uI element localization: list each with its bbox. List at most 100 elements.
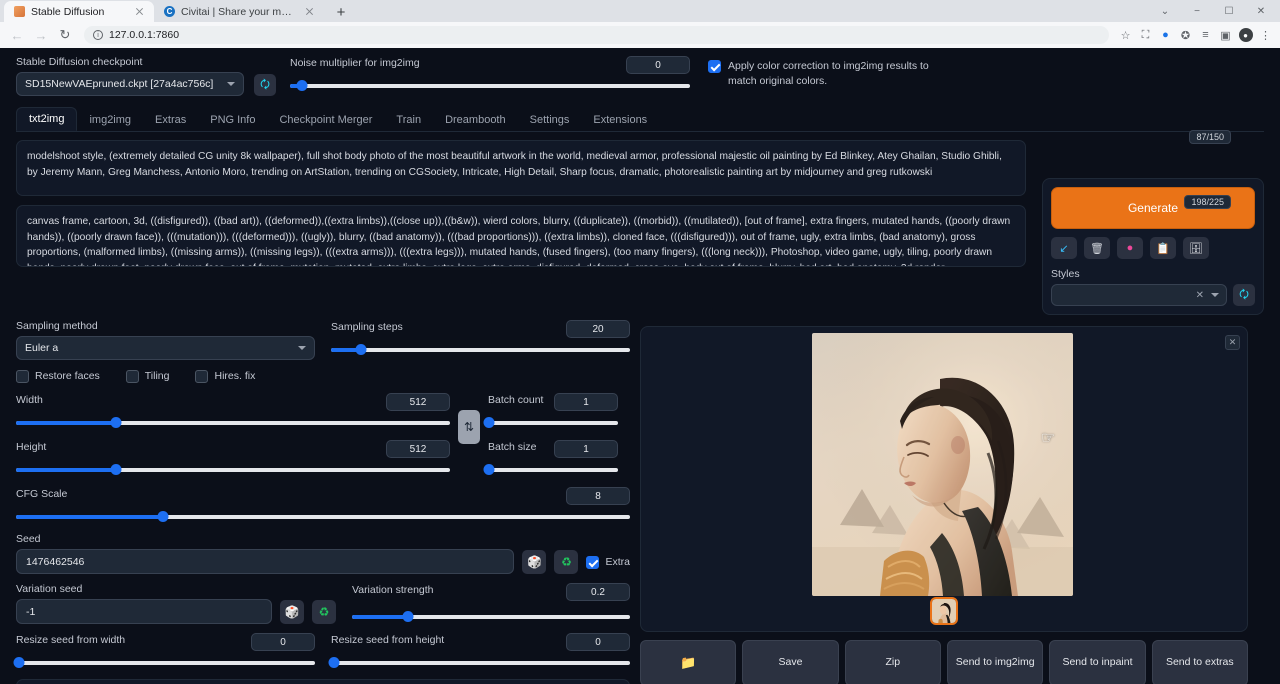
noise-multiplier-slider[interactable]: [290, 79, 690, 93]
close-window-icon[interactable]: ✕: [1246, 0, 1276, 22]
extra-seed-checkbox[interactable]: Extra: [586, 555, 630, 569]
slider-knob[interactable]: [484, 417, 495, 428]
slider-knob[interactable]: [110, 417, 121, 428]
slider-knob[interactable]: [355, 344, 366, 355]
resize-seed-height-value[interactable]: 0: [566, 633, 630, 651]
extensions-icon[interactable]: ✪: [1177, 27, 1194, 44]
checkbox-box[interactable]: [586, 556, 599, 569]
color-correction-checkbox[interactable]: [708, 60, 721, 73]
cfg-scale-slider[interactable]: [16, 510, 630, 524]
variation-strength-slider[interactable]: [352, 610, 630, 624]
chevron-down-icon[interactable]: [1211, 293, 1219, 297]
negative-prompt-input[interactable]: canvas frame, cartoon, 3d, ((disfigured)…: [16, 205, 1026, 267]
refresh-checkpoint-button[interactable]: 🗘: [254, 74, 276, 96]
tab-settings[interactable]: Settings: [518, 109, 582, 131]
clear-x-icon[interactable]: ✕: [1196, 290, 1204, 301]
checkbox-box[interactable]: [195, 370, 208, 383]
batch-size-slider[interactable]: [488, 463, 618, 477]
slider-knob[interactable]: [13, 657, 24, 668]
sampling-method-dropdown[interactable]: Euler a: [16, 336, 315, 360]
send-to-inpaint-button[interactable]: Send to inpaint: [1049, 640, 1145, 684]
reading-list-icon[interactable]: ≡: [1197, 27, 1214, 44]
tab-extensions[interactable]: Extensions: [581, 109, 659, 131]
height-slider[interactable]: [16, 463, 450, 477]
gallery-thumbnail[interactable]: [930, 597, 958, 625]
slider-knob[interactable]: [402, 611, 413, 622]
sampling-steps-value[interactable]: 20: [566, 320, 630, 338]
controlnet-accordion[interactable]: ControlNet: [16, 679, 630, 684]
resize-seed-width-value[interactable]: 0: [251, 633, 315, 651]
tiling-checkbox[interactable]: Tiling: [126, 369, 170, 383]
card-styles-icon[interactable]: 🗄: [1183, 237, 1209, 259]
slider-knob[interactable]: [110, 464, 121, 475]
sampling-steps-slider[interactable]: [331, 343, 630, 357]
browser-tab-civitai[interactable]: C Civitai | Share your models: [154, 1, 324, 22]
dice-icon[interactable]: 🎲: [522, 550, 546, 574]
theater-icon[interactable]: ⛶: [1137, 27, 1154, 44]
batch-count-slider[interactable]: [488, 416, 618, 430]
tab-extras[interactable]: Extras: [143, 109, 198, 131]
slider-knob[interactable]: [158, 511, 169, 522]
slider-knob[interactable]: [297, 80, 308, 91]
tab-img2img[interactable]: img2img: [77, 109, 143, 131]
resize-seed-width-slider[interactable]: [16, 656, 315, 670]
cfg-scale-value[interactable]: 8: [566, 487, 630, 505]
arrow-down-left-icon[interactable]: ↙: [1051, 237, 1077, 259]
new-tab-button[interactable]: +: [330, 2, 352, 22]
forward-icon[interactable]: →: [30, 24, 52, 46]
generated-image[interactable]: [812, 333, 1073, 596]
width-slider[interactable]: [16, 416, 450, 430]
slider-knob[interactable]: [328, 657, 339, 668]
recycle-icon[interactable]: ♻: [554, 550, 578, 574]
color-correction-option[interactable]: Apply color correction to img2img result…: [708, 59, 933, 89]
refresh-styles-button[interactable]: 🗘: [1233, 284, 1255, 306]
swap-dimensions-icon[interactable]: ⇅: [458, 410, 480, 444]
minimize-icon[interactable]: −: [1182, 0, 1212, 22]
slider-knob[interactable]: [484, 464, 495, 475]
send-to-img2img-button[interactable]: Send to img2img: [947, 640, 1043, 684]
recycle-icon[interactable]: ♻: [312, 600, 336, 624]
styles-dropdown[interactable]: ✕: [1051, 284, 1227, 306]
open-folder-button[interactable]: 📁: [640, 640, 736, 684]
tab-train[interactable]: Train: [384, 109, 433, 131]
width-value[interactable]: 512: [386, 393, 450, 411]
resize-seed-height-slider[interactable]: [331, 656, 630, 670]
tab-png-info[interactable]: PNG Info: [198, 109, 267, 131]
zip-button[interactable]: Zip: [845, 640, 941, 684]
chevron-down-icon[interactable]: ⌄: [1150, 0, 1180, 22]
back-icon[interactable]: ←: [6, 24, 28, 46]
close-icon[interactable]: [133, 5, 146, 18]
tab-txt2img[interactable]: txt2img: [16, 107, 77, 131]
hires-fix-checkbox[interactable]: Hires. fix: [195, 369, 255, 383]
maximize-icon[interactable]: ☐: [1214, 0, 1244, 22]
dice-icon[interactable]: 🎲: [280, 600, 304, 624]
star-icon[interactable]: ☆: [1117, 27, 1134, 44]
restore-faces-checkbox[interactable]: Restore faces: [16, 369, 100, 383]
prompt-input[interactable]: modelshoot style, (extremely detailed CG…: [16, 140, 1026, 196]
checkpoint-dropdown[interactable]: SD15NewVAEpruned.ckpt [27a4ac756c]: [16, 72, 244, 96]
more-menu-icon[interactable]: ⋮: [1257, 27, 1274, 44]
address-bar[interactable]: i 127.0.0.1:7860: [84, 26, 1109, 44]
seed-input[interactable]: 1476462546: [16, 549, 514, 574]
browser-tab-stable-diffusion[interactable]: Stable Diffusion: [4, 1, 154, 22]
save-button[interactable]: Save: [742, 640, 838, 684]
tab-dreambooth[interactable]: Dreambooth: [433, 109, 518, 131]
variation-strength-value[interactable]: 0.2: [566, 583, 630, 601]
clipboard-icon[interactable]: 📋: [1150, 237, 1176, 259]
reload-icon[interactable]: ↻: [54, 24, 76, 46]
checkbox-box[interactable]: [16, 370, 29, 383]
variation-seed-input[interactable]: -1: [16, 599, 272, 624]
batch-size-value[interactable]: 1: [554, 440, 618, 458]
tab-checkpoint-merger[interactable]: Checkpoint Merger: [267, 109, 384, 131]
paint-roller-icon[interactable]: ●: [1117, 237, 1143, 259]
sidepanel-icon[interactable]: ▣: [1217, 27, 1234, 44]
close-icon[interactable]: [303, 5, 316, 18]
noise-multiplier-value[interactable]: 0: [626, 56, 690, 74]
send-to-extras-button[interactable]: Send to extras: [1152, 640, 1248, 684]
site-info-icon[interactable]: i: [93, 30, 103, 40]
close-icon[interactable]: ✕: [1225, 335, 1240, 350]
checkbox-box[interactable]: [126, 370, 139, 383]
account-avatar-icon[interactable]: ●: [1237, 27, 1254, 44]
profile-circle-icon[interactable]: ●: [1157, 27, 1174, 44]
height-value[interactable]: 512: [386, 440, 450, 458]
